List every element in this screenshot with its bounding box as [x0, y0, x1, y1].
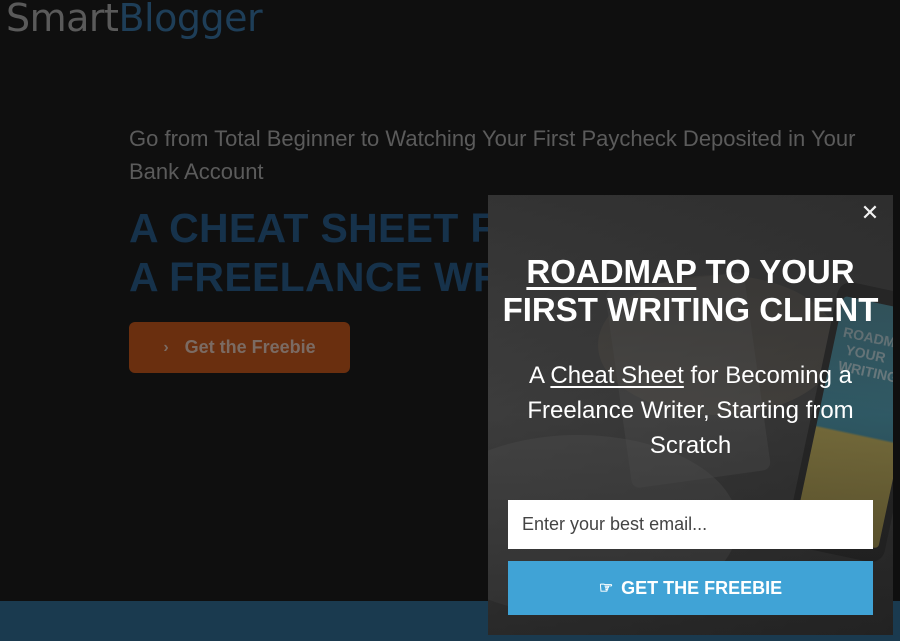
popup-title-line-2: FIRST WRITING CLIENT: [502, 291, 879, 328]
logo-part-smart: Smart: [6, 0, 119, 40]
email-input[interactable]: [508, 500, 873, 549]
submit-label: GET THE FREEBIE: [621, 577, 783, 598]
chevron-right-icon: ›: [163, 338, 169, 356]
popup-subtitle: A Cheat Sheet for Becoming a Freelance W…: [503, 358, 878, 463]
popup-sub-underlined: Cheat Sheet: [550, 362, 684, 389]
page: SmartBlogger Go from Total Beginner to W…: [0, 0, 900, 641]
popup-title: ROADMAP TO YOUR FIRST WRITING CLIENT: [488, 253, 893, 329]
hero-get-freebie-button[interactable]: › Get the Freebie: [129, 322, 350, 373]
hero-cta-label: Get the Freebie: [184, 337, 316, 357]
smartblogger-logo[interactable]: SmartBlogger: [6, 0, 263, 40]
hero-subtitle: Go from Total Beginner to Watching Your …: [129, 126, 856, 184]
logo-part-blogger: Blogger: [118, 0, 263, 40]
popup-sub-prefix: A: [529, 362, 551, 389]
popup-title-underlined: ROADMAP: [526, 253, 697, 290]
pointing-hand-icon: ☞: [598, 580, 614, 597]
popup-title-line-1: ROADMAP TO YOUR: [488, 253, 893, 291]
optin-popup: ROADM YOUR WRITING ✕ ROADMAP TO YOUR FIR…: [488, 195, 893, 635]
get-the-freebie-button[interactable]: ☞ GET THE FREEBIE: [508, 561, 873, 615]
popup-title-rest: TO YOUR: [696, 253, 855, 290]
close-icon[interactable]: ✕: [859, 203, 881, 225]
